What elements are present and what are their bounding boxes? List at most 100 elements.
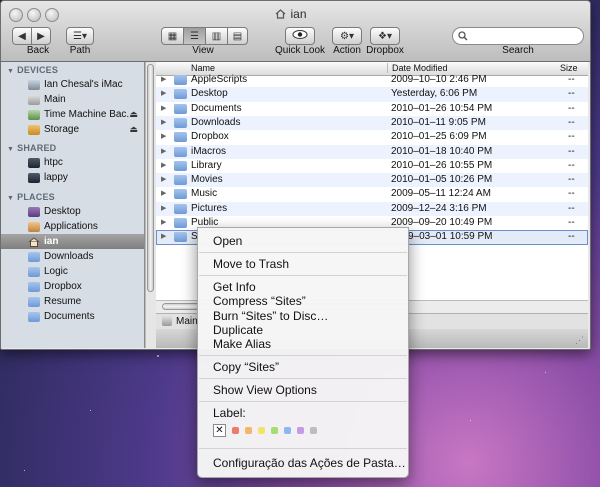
table-row[interactable]: ▶ Downloads 2010–01–11 9:05 PM -- bbox=[156, 115, 588, 131]
sidebar-item-storage[interactable]: Storage ⏏ bbox=[1, 122, 144, 137]
column-header-name[interactable]: Name bbox=[191, 63, 215, 73]
table-row[interactable]: ▶ Library 2010–01–26 10:55 PM -- bbox=[156, 159, 588, 173]
context-menu: Open Move to Trash Get Info Compress “Si… bbox=[197, 227, 409, 478]
home-icon bbox=[275, 8, 286, 22]
coverflow-view-icon: ▤ bbox=[232, 30, 243, 42]
dropbox-icon: ❖▾ bbox=[378, 30, 392, 42]
folder-icon bbox=[174, 146, 187, 157]
network-computer-icon bbox=[28, 172, 40, 183]
menu-item-folder-actions[interactable]: Configuração das Ações de Pasta… bbox=[213, 456, 406, 470]
menu-item-show-view-options[interactable]: Show View Options bbox=[213, 383, 317, 397]
table-row[interactable]: ▶ Pictures 2009–12–24 3:16 PM -- bbox=[156, 201, 588, 216]
label-none-button[interactable]: ✕ bbox=[213, 424, 226, 437]
sidebar-scrollbar[interactable] bbox=[145, 62, 156, 348]
sidebar-item-main[interactable]: Main bbox=[1, 92, 144, 107]
sidebar-item-applications[interactable]: Applications bbox=[1, 219, 144, 234]
table-row[interactable]: ▶ Desktop Yesterday, 6:06 PM -- bbox=[156, 87, 588, 102]
sidebar-item-htpc[interactable]: htpc bbox=[1, 155, 144, 170]
sidebar-heading-devices[interactable]: ▼ DEVICES bbox=[7, 65, 58, 75]
disclosure-triangle-icon[interactable]: ▶ bbox=[161, 147, 166, 155]
dropbox-button[interactable]: ❖▾ bbox=[370, 27, 400, 45]
sidebar-item-desktop[interactable]: Desktop bbox=[1, 204, 144, 219]
list-view-button[interactable]: ☰ bbox=[183, 27, 206, 45]
dropbox-folder-icon bbox=[28, 281, 40, 292]
movies-folder-icon bbox=[174, 175, 187, 186]
eject-icon[interactable]: ⏏ bbox=[129, 124, 138, 135]
library-folder-icon bbox=[174, 160, 187, 171]
disclosure-triangle-icon[interactable]: ▶ bbox=[161, 189, 166, 197]
search-field[interactable] bbox=[452, 27, 584, 45]
sidebar-item-downloads[interactable]: Downloads bbox=[1, 249, 144, 264]
close-window-button[interactable] bbox=[9, 8, 23, 22]
menu-separator bbox=[199, 448, 407, 449]
sidebar-scroll-thumb[interactable] bbox=[147, 64, 154, 292]
disclosure-triangle-icon[interactable]: ▶ bbox=[161, 175, 166, 183]
toolbar: ian ◀ ▶ Back ☰▾ Path ▦ ☰ ▥ ▤ View Quick … bbox=[1, 1, 590, 62]
sidebar-item-documents[interactable]: Documents bbox=[1, 309, 144, 324]
column-view-button[interactable]: ▥ bbox=[205, 27, 228, 45]
search-icon bbox=[458, 31, 468, 44]
disclosure-triangle-icon[interactable]: ▶ bbox=[161, 89, 166, 97]
column-header-date[interactable]: Date Modified bbox=[387, 63, 448, 73]
label-green-swatch[interactable] bbox=[271, 427, 278, 434]
quicklook-button[interactable] bbox=[285, 27, 315, 45]
label-red-swatch[interactable] bbox=[232, 427, 239, 434]
menu-item-get-info[interactable]: Get Info bbox=[213, 280, 256, 294]
disclosure-triangle-icon[interactable]: ▶ bbox=[161, 204, 166, 212]
hard-disk-icon bbox=[162, 316, 172, 326]
network-computer-icon bbox=[28, 157, 40, 168]
resize-grip-icon[interactable]: ⋰ bbox=[575, 335, 584, 346]
back-button[interactable]: ◀ bbox=[12, 27, 32, 45]
sidebar-item-resume[interactable]: Resume bbox=[1, 294, 144, 309]
label-purple-swatch[interactable] bbox=[297, 427, 304, 434]
table-row[interactable]: ▶ AppleScripts 2009–10–10 2:46 PM -- bbox=[156, 73, 588, 87]
view-label: View bbox=[192, 45, 214, 56]
disclosure-triangle-icon[interactable]: ▶ bbox=[161, 75, 166, 83]
table-row[interactable]: ▶ Dropbox 2010–01–25 6:09 PM -- bbox=[156, 130, 588, 144]
zoom-window-button[interactable] bbox=[45, 8, 59, 22]
column-view-icon: ▥ bbox=[211, 30, 222, 42]
minimize-window-button[interactable] bbox=[27, 8, 41, 22]
table-row[interactable]: ▶ Music 2009–05–11 12:24 AM -- bbox=[156, 187, 588, 201]
menu-item-make-alias[interactable]: Make Alias bbox=[213, 337, 271, 351]
disclosure-triangle-icon[interactable]: ▶ bbox=[161, 104, 166, 112]
sidebar-item-logic[interactable]: Logic bbox=[1, 264, 144, 279]
sidebar-item-time-machine[interactable]: Time Machine Bac... ⏏ bbox=[1, 107, 144, 122]
table-row[interactable]: ▶ Documents 2010–01–26 10:54 PM -- bbox=[156, 102, 588, 116]
coverflow-view-button[interactable]: ▤ bbox=[227, 27, 248, 45]
sidebar-item-imac[interactable]: Ian Chesal's iMac bbox=[1, 77, 144, 92]
path-bar-item-main[interactable]: Main bbox=[176, 316, 198, 327]
label-yellow-swatch[interactable] bbox=[258, 427, 265, 434]
disclosure-triangle-icon[interactable]: ▶ bbox=[161, 132, 166, 140]
table-row[interactable]: ▶ Movies 2010–01–05 10:26 PM -- bbox=[156, 173, 588, 188]
menu-item-open[interactable]: Open bbox=[213, 234, 242, 248]
menu-item-duplicate[interactable]: Duplicate bbox=[213, 323, 263, 337]
label-orange-swatch[interactable] bbox=[245, 427, 252, 434]
menu-item-compress[interactable]: Compress “Sites” bbox=[213, 294, 306, 308]
disclosure-triangle-icon[interactable]: ▶ bbox=[161, 232, 166, 240]
label-gray-swatch[interactable] bbox=[310, 427, 317, 434]
disclosure-triangle-icon[interactable]: ▶ bbox=[161, 218, 166, 226]
menu-item-move-to-trash[interactable]: Move to Trash bbox=[213, 257, 289, 271]
eject-icon[interactable]: ⏏ bbox=[129, 109, 138, 120]
path-button[interactable]: ☰▾ bbox=[66, 27, 94, 45]
label-blue-swatch[interactable] bbox=[284, 427, 291, 434]
sidebar-heading-shared[interactable]: ▼ SHARED bbox=[7, 143, 56, 153]
menu-item-copy[interactable]: Copy “Sites” bbox=[213, 360, 279, 374]
sidebar-heading-places[interactable]: ▼ PLACES bbox=[7, 192, 55, 202]
column-header-size[interactable]: Size bbox=[560, 63, 578, 73]
sidebar-item-lappy[interactable]: lappy bbox=[1, 170, 144, 185]
menu-separator bbox=[199, 275, 407, 276]
disclosure-triangle-icon[interactable]: ▶ bbox=[161, 161, 166, 169]
sidebar-item-ian[interactable]: ian bbox=[1, 234, 144, 249]
table-row[interactable]: ▶ iMacros 2010–01–18 10:40 PM -- bbox=[156, 144, 588, 159]
imac-icon bbox=[28, 79, 40, 90]
action-button[interactable]: ⚙▾ bbox=[332, 27, 362, 45]
icon-view-button[interactable]: ▦ bbox=[161, 27, 184, 45]
menu-item-burn[interactable]: Burn “Sites” to Disc… bbox=[213, 309, 328, 323]
sidebar-item-dropbox[interactable]: Dropbox bbox=[1, 279, 144, 294]
disclosure-triangle-icon[interactable]: ▶ bbox=[161, 118, 166, 126]
list-view-icon: ☰ bbox=[190, 30, 199, 42]
documents-folder-icon bbox=[28, 311, 40, 322]
forward-button[interactable]: ▶ bbox=[31, 27, 51, 45]
